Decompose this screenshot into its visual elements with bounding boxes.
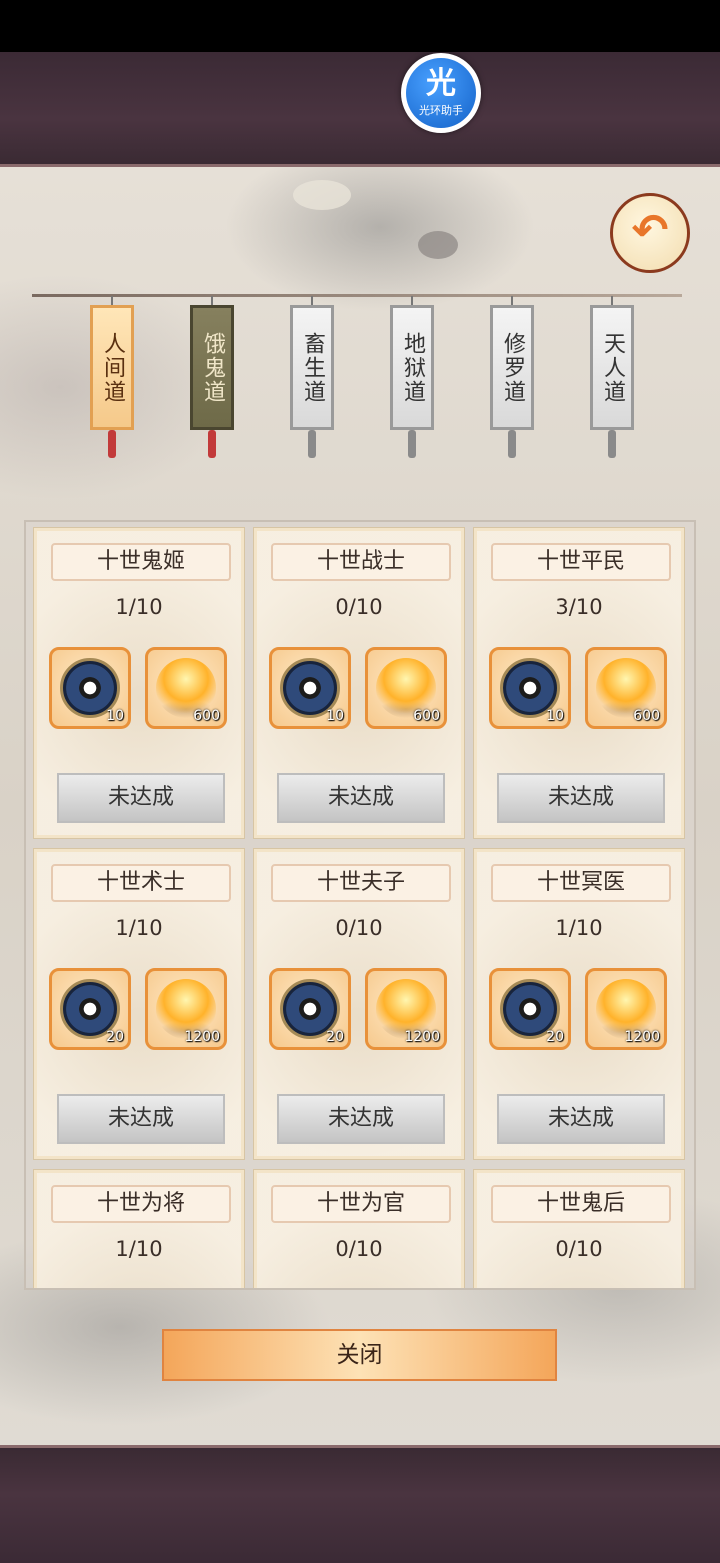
reward-quantity: 10: [546, 708, 564, 724]
achievement-card: 十世术士 1/10 20 1200 未达成: [33, 848, 245, 1160]
achievement-card: 十世为官 0/10: [253, 1169, 465, 1288]
back-button[interactable]: ↶: [610, 193, 690, 273]
reward-quantity: 10: [326, 708, 344, 724]
reward-quantity: 20: [326, 1029, 344, 1045]
achievement-panel[interactable]: 十世鬼姬 1/10 10 600 未达成 十世战士 0/10 10 600 未达成 十世平民 3/10…: [24, 520, 696, 1290]
achievement-card: 十世鬼后 0/10: [473, 1169, 685, 1288]
card-title: 十世战士: [271, 543, 451, 581]
tassel-decoration: [208, 430, 216, 458]
reward-item[interactable]: 600: [365, 647, 447, 729]
status-button[interactable]: 未达成: [57, 773, 225, 823]
reward-item[interactable]: 20: [269, 968, 351, 1050]
tab-3[interactable]: 地狱道: [390, 305, 434, 430]
reward-quantity: 1200: [184, 1029, 220, 1045]
achievement-card: 十世夫子 0/10 20 1200 未达成: [253, 848, 465, 1160]
top-frame: [0, 52, 720, 167]
card-title: 十世为将: [51, 1185, 231, 1223]
card-progress: 1/10: [115, 595, 163, 619]
achievement-card: 十世为将 1/10: [33, 1169, 245, 1288]
helper-label: 光环助手: [419, 104, 463, 117]
reward-quantity: 1200: [624, 1029, 660, 1045]
tassel-decoration: [408, 430, 416, 458]
reward-item[interactable]: 1200: [585, 968, 667, 1050]
helper-logo-icon: 光 光环助手: [406, 58, 476, 128]
reward-item[interactable]: 10: [49, 647, 131, 729]
reward-item[interactable]: 1200: [145, 968, 227, 1050]
reward-item[interactable]: 20: [489, 968, 571, 1050]
status-button[interactable]: 未达成: [277, 1094, 445, 1144]
card-progress: 0/10: [335, 916, 383, 940]
card-progress: 3/10: [555, 595, 603, 619]
card-title: 十世术士: [51, 864, 231, 902]
helper-glyph: 光: [426, 66, 456, 101]
tassel-decoration: [508, 430, 516, 458]
tassel-decoration: [308, 430, 316, 458]
reward-quantity: 1200: [404, 1029, 440, 1045]
reward-item[interactable]: 10: [489, 647, 571, 729]
reward-quantity: 600: [633, 708, 660, 724]
close-button[interactable]: 关闭: [162, 1329, 557, 1381]
status-button[interactable]: 未达成: [57, 1094, 225, 1144]
tab-2[interactable]: 畜生道: [290, 305, 334, 430]
status-bar: [0, 0, 720, 52]
reward-item[interactable]: 10: [269, 647, 351, 729]
status-button[interactable]: 未达成: [497, 773, 665, 823]
card-title: 十世鬼后: [491, 1185, 671, 1223]
card-title: 十世鬼姬: [51, 543, 231, 581]
tab-0[interactable]: 人间道: [90, 305, 134, 430]
tab-1[interactable]: 饿鬼道: [190, 305, 234, 430]
card-title: 十世为官: [271, 1185, 451, 1223]
reward-quantity: 600: [193, 708, 220, 724]
reward-item[interactable]: 600: [585, 647, 667, 729]
tab-rope: [32, 294, 682, 297]
reward-item[interactable]: 20: [49, 968, 131, 1050]
moon-decoration: [418, 231, 458, 259]
tab-5[interactable]: 天人道: [590, 305, 634, 430]
helper-floating-button[interactable]: 光 光环助手: [401, 53, 481, 133]
cloud-decoration: [293, 180, 351, 210]
reward-quantity: 600: [413, 708, 440, 724]
reward-quantity: 20: [106, 1029, 124, 1045]
reward-quantity: 20: [546, 1029, 564, 1045]
card-progress: 0/10: [335, 1237, 383, 1261]
tab-4[interactable]: 修罗道: [490, 305, 534, 430]
status-button[interactable]: 未达成: [497, 1094, 665, 1144]
card-progress: 1/10: [115, 916, 163, 940]
status-button[interactable]: 未达成: [277, 773, 445, 823]
card-progress: 1/10: [115, 1237, 163, 1261]
card-title: 十世平民: [491, 543, 671, 581]
card-title: 十世夫子: [271, 864, 451, 902]
card-progress: 0/10: [555, 1237, 603, 1261]
reward-quantity: 10: [106, 708, 124, 724]
reward-item[interactable]: 600: [145, 647, 227, 729]
achievement-card: 十世平民 3/10 10 600 未达成: [473, 527, 685, 839]
reward-item[interactable]: 1200: [365, 968, 447, 1050]
card-progress: 1/10: [555, 916, 603, 940]
tassel-decoration: [108, 430, 116, 458]
bottom-frame: [0, 1445, 720, 1563]
achievement-card: 十世鬼姬 1/10 10 600 未达成: [33, 527, 245, 839]
achievement-card: 十世战士 0/10 10 600 未达成: [253, 527, 465, 839]
card-progress: 0/10: [335, 595, 383, 619]
achievement-card: 十世冥医 1/10 20 1200 未达成: [473, 848, 685, 1160]
card-title: 十世冥医: [491, 864, 671, 902]
tassel-decoration: [608, 430, 616, 458]
back-arrow-icon: ↶: [631, 205, 669, 256]
